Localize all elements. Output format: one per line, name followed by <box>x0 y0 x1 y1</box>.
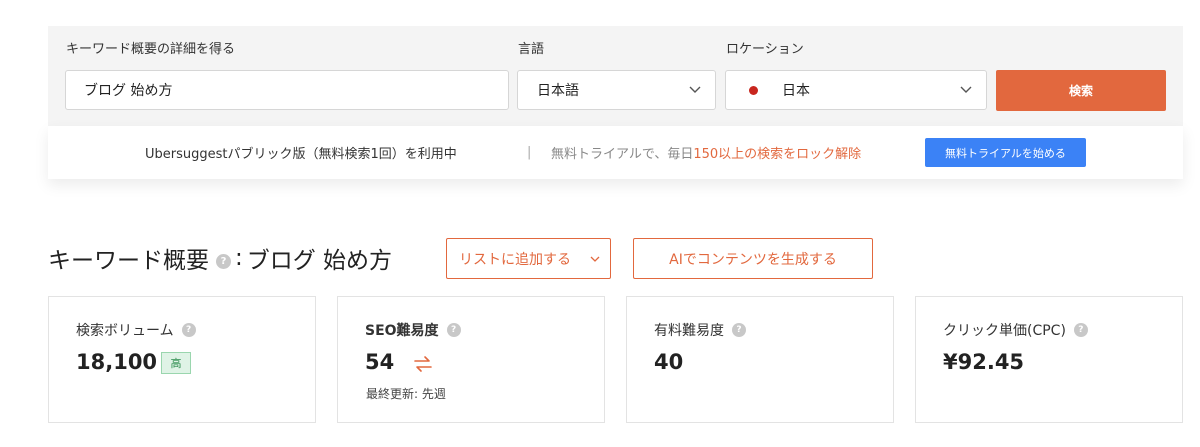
metric-label: 有料難易度 ? <box>654 320 746 340</box>
title-colon: : <box>235 245 243 271</box>
add-to-list-label: リストに追加する <box>459 251 571 268</box>
title-keyword: ブログ 始め方 <box>246 248 393 274</box>
language-select[interactable]: 日本語 <box>517 70 716 110</box>
language-value: 日本語 <box>537 83 579 99</box>
public-version-notice: Ubersuggestパブリック版（無料検索1回）を利用中 <box>145 147 457 162</box>
keyword-field[interactable] <box>65 70 509 110</box>
chevron-down-icon <box>960 86 972 93</box>
metric-value: 40 <box>654 350 684 374</box>
location-value: 日本 <box>782 83 810 99</box>
metric-card-search-volume: 検索ボリューム ? 18,100 高 <box>48 296 316 423</box>
metric-label: クリック単価(CPC) ? <box>943 320 1088 340</box>
location-label: ロケーション <box>726 42 804 57</box>
metric-label-text: クリック単価(CPC) <box>943 323 1066 339</box>
language-label: 言語 <box>518 42 545 57</box>
help-icon[interactable]: ? <box>181 323 196 337</box>
overview-title: キーワード概要 ? : ブログ 始め方 <box>48 238 392 278</box>
metric-label-text: 検索ボリューム <box>76 323 174 339</box>
volume-level-badge: 高 <box>161 352 191 374</box>
start-free-trial-button[interactable]: 無料トライアルを始める <box>925 138 1086 167</box>
generate-ai-content-button[interactable]: AIでコンテンツを生成する <box>633 238 873 279</box>
metric-card-cpc: クリック単価(CPC) ? ¥92.45 <box>915 296 1183 423</box>
trial-description-text: 無料トライアルで、毎日 <box>551 147 694 162</box>
metric-label-text: SEO難易度 <box>365 323 439 339</box>
help-icon[interactable]: ? <box>732 323 746 337</box>
location-select[interactable]: 日本 <box>725 70 987 110</box>
promo-bar: Ubersuggestパブリック版（無料検索1回）を利用中 | 無料トライアルで… <box>48 126 1183 179</box>
refresh-icon[interactable] <box>412 354 434 374</box>
chevron-down-icon <box>689 86 701 93</box>
help-icon[interactable]: ? <box>446 323 461 337</box>
chevron-down-icon <box>590 256 600 262</box>
page-title: キーワード概要 <box>48 248 209 274</box>
last-updated-text: 最終更新: 先週 <box>366 387 446 401</box>
keyword-input[interactable] <box>66 82 508 98</box>
metric-label: SEO難易度 ? <box>365 320 461 340</box>
metric-card-seo-difficulty: SEO難易度 ? 54 最終更新: 先週 <box>337 296 605 423</box>
help-icon[interactable]: ? <box>216 253 231 269</box>
trial-description-accent: 150以上の検索をロック解除 <box>693 147 862 162</box>
metric-value: 18,100 <box>76 350 158 374</box>
add-to-list-button[interactable]: リストに追加する <box>446 238 611 279</box>
help-icon[interactable]: ? <box>1073 323 1088 337</box>
metric-label-text: 有料難易度 <box>654 323 724 339</box>
search-panel: キーワード概要の詳細を得る 言語 日本語 ロケーション 日本 検索 <box>48 26 1183 126</box>
japan-flag-icon <box>749 85 758 95</box>
keyword-label: キーワード概要の詳細を得る <box>66 42 236 57</box>
metric-card-paid-difficulty: 有料難易度 ? 40 <box>626 296 894 423</box>
metric-value: ¥92.45 <box>943 350 1025 374</box>
promo-separator: | <box>527 145 532 160</box>
trial-description: 無料トライアルで、毎日150以上の検索をロック解除 <box>551 143 861 162</box>
metric-label: 検索ボリューム ? <box>76 320 196 340</box>
metric-value: 54 <box>365 350 395 374</box>
search-button[interactable]: 検索 <box>996 70 1166 111</box>
